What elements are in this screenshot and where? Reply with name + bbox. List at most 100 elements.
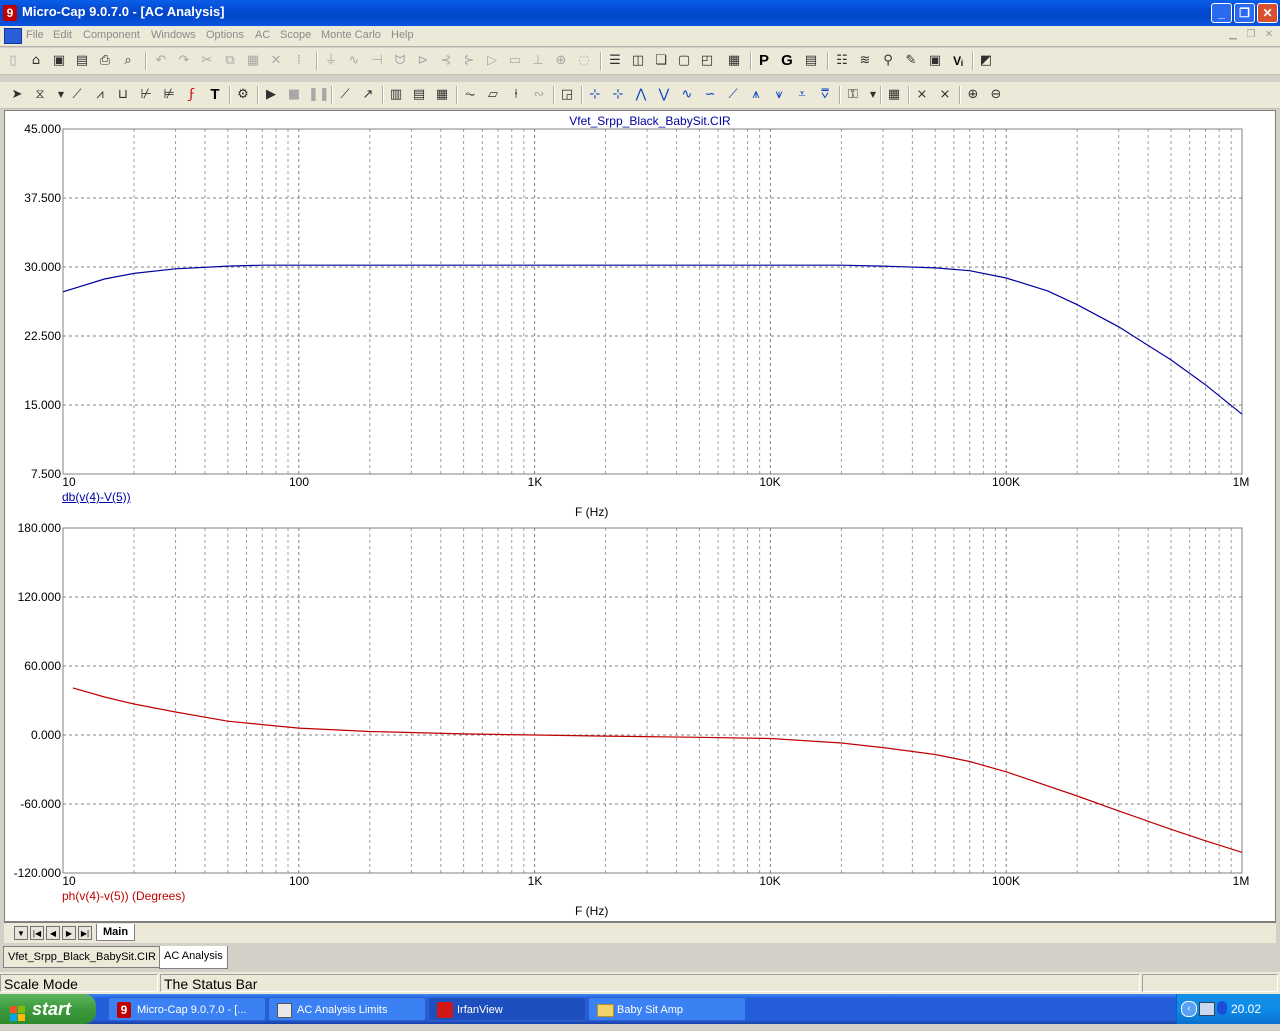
close-button[interactable]: ✕ bbox=[1257, 3, 1278, 23]
minimize-button[interactable]: _ bbox=[1211, 3, 1232, 23]
paste-icon[interactable]: ▦ bbox=[244, 52, 262, 70]
remove-trace-icon[interactable]: ⨯ bbox=[936, 86, 954, 104]
pause-icon[interactable]: ❚❚ bbox=[308, 86, 330, 104]
inductor-icon[interactable]: ᗢ bbox=[391, 52, 409, 70]
start-button[interactable]: start bbox=[0, 994, 96, 1024]
macro-icon[interactable]: ▭ bbox=[506, 52, 524, 70]
low-icon[interactable]: ∾ bbox=[530, 86, 548, 104]
inflection-icon[interactable]: ∽ bbox=[701, 86, 719, 104]
add-trace-icon[interactable]: ⨯ bbox=[913, 86, 931, 104]
mdi-minimize-icon[interactable]: ▁ bbox=[1226, 29, 1240, 41]
delete-icon[interactable]: ✕ bbox=[267, 52, 285, 70]
print-preview-icon[interactable]: ⌕ bbox=[119, 52, 137, 70]
tab-nav-next[interactable]: ▶ bbox=[62, 926, 76, 940]
point-tag-icon[interactable]: ⊔ bbox=[114, 86, 132, 104]
restore-button[interactable]: ❐ bbox=[1234, 3, 1255, 23]
probe-tool-icon[interactable]: ⚲ bbox=[879, 52, 897, 70]
cut-icon[interactable]: ✂ bbox=[198, 52, 216, 70]
new-file-icon[interactable]: ▯ bbox=[4, 52, 22, 70]
sine-source-icon[interactable]: ◌ bbox=[575, 52, 593, 70]
stepping-icon[interactable]: ⚿ bbox=[844, 86, 862, 104]
plot-properties-icon[interactable]: ◲ bbox=[558, 86, 576, 104]
node-list-icon[interactable]: ☷ bbox=[833, 52, 851, 70]
slope-icon[interactable]: ⟋ bbox=[724, 86, 742, 104]
plot-canvas[interactable] bbox=[5, 111, 1275, 921]
tab-ac-analysis[interactable]: AC Analysis bbox=[159, 946, 228, 969]
run-icon[interactable]: ▶ bbox=[262, 86, 280, 104]
vb-button[interactable]: Vᵢ bbox=[949, 52, 967, 70]
battery-icon[interactable]: ⊥ bbox=[529, 52, 547, 70]
vertical-tag-icon[interactable]: ⊭ bbox=[160, 86, 178, 104]
copy-icon[interactable]: ⧉ bbox=[221, 52, 239, 70]
show-hidden-icons-icon[interactable]: ‹ bbox=[1181, 1001, 1197, 1017]
peak-icon[interactable]: ⏦ bbox=[461, 86, 479, 104]
next-peak-icon[interactable]: ⋀ bbox=[632, 86, 650, 104]
menu-scope[interactable]: Scope bbox=[280, 29, 311, 41]
tab-nav-first[interactable]: |◀ bbox=[30, 926, 44, 940]
valley-icon[interactable]: ⏥ bbox=[484, 86, 502, 104]
grid-coarse-icon[interactable]: ▦ bbox=[433, 86, 451, 104]
scale-mode-icon[interactable]: ⟋ bbox=[68, 86, 86, 104]
probe-g-button[interactable]: G bbox=[778, 52, 796, 70]
taskbar-item-baby-sit-amp[interactable]: Baby Sit Amp bbox=[588, 997, 746, 1021]
app-icon[interactable]: 9 bbox=[3, 5, 17, 21]
arrow-line-icon[interactable]: ↗ bbox=[359, 86, 377, 104]
pnp-icon[interactable]: ⊱ bbox=[460, 52, 478, 70]
ground-icon[interactable]: ⏚ bbox=[322, 52, 340, 70]
menu-options[interactable]: Options bbox=[206, 29, 244, 41]
limits-icon[interactable]: ⚙ bbox=[234, 86, 252, 104]
fc-icon[interactable]: ϝ bbox=[183, 86, 201, 104]
mdi-close-icon[interactable]: ✕ bbox=[1262, 29, 1276, 41]
tile-vertical-icon[interactable]: ◫ bbox=[629, 52, 647, 70]
select-arrow-icon[interactable]: ➤ bbox=[8, 86, 26, 104]
cursor-mode-icon[interactable]: ⩘ bbox=[91, 86, 109, 104]
save-all-icon[interactable]: ▤ bbox=[73, 52, 91, 70]
tab-nav-last[interactable]: ▶| bbox=[78, 926, 92, 940]
taskbar-item-microcap[interactable]: 9 Micro-Cap 9.0.7.0 - [... bbox=[108, 997, 266, 1021]
analysis-icon[interactable]: ◩ bbox=[977, 52, 995, 70]
cursor-left-icon[interactable]: ⊹ bbox=[586, 86, 604, 104]
bluetooth-icon[interactable] bbox=[1217, 1001, 1227, 1015]
high-icon[interactable]: ⍿ bbox=[507, 86, 525, 104]
component-mode-icon[interactable]: ⧖ bbox=[31, 86, 49, 104]
zoom-out-icon[interactable]: ⊖ bbox=[987, 86, 1005, 104]
text-tool-button[interactable]: T bbox=[206, 86, 224, 104]
calculator-icon[interactable]: ▦ bbox=[725, 52, 743, 70]
menu-help[interactable]: Help bbox=[391, 29, 414, 41]
menu-windows[interactable]: Windows bbox=[151, 29, 196, 41]
plot-panel[interactable]: Vfet_Srpp_Black_BabySit.CIR 45.000 37.50… bbox=[4, 110, 1276, 922]
undo-icon[interactable]: ↶ bbox=[152, 52, 170, 70]
menu-file[interactable]: File bbox=[26, 29, 44, 41]
split-window-icon[interactable]: ◰ bbox=[698, 52, 716, 70]
grid-fine-icon[interactable]: ▥ bbox=[387, 86, 405, 104]
redo-icon[interactable]: ↷ bbox=[175, 52, 193, 70]
grid-medium-icon[interactable]: ▤ bbox=[410, 86, 428, 104]
source-icon[interactable]: ⊕ bbox=[552, 52, 570, 70]
menu-monte-carlo[interactable]: Monte Carlo bbox=[321, 29, 381, 41]
cursor-right-icon[interactable]: ⊹ bbox=[609, 86, 627, 104]
zoom-in-icon[interactable]: ⊕ bbox=[964, 86, 982, 104]
line-icon[interactable]: ⟋ bbox=[336, 86, 354, 104]
global-low-icon[interactable]: ⩛ bbox=[770, 86, 788, 104]
scope-icon[interactable]: ▣ bbox=[926, 52, 944, 70]
print-icon[interactable]: ⎙ bbox=[96, 52, 114, 70]
next-simulation-icon[interactable]: ∿ bbox=[678, 86, 696, 104]
tab-nav-prev[interactable]: ◀ bbox=[46, 926, 60, 940]
bottom-icon[interactable]: ⩢ bbox=[816, 86, 834, 104]
diode-icon[interactable]: ⊳ bbox=[414, 52, 432, 70]
save-icon[interactable]: ▣ bbox=[50, 52, 68, 70]
opamp-icon[interactable]: ▷ bbox=[483, 52, 501, 70]
mdi-restore-icon[interactable]: ❐ bbox=[1244, 29, 1258, 41]
global-high-icon[interactable]: ⩚ bbox=[747, 86, 765, 104]
pen-icon[interactable]: ✎ bbox=[902, 52, 920, 70]
capacitor-icon[interactable]: ⊣ bbox=[368, 52, 386, 70]
tab-nav-dropdown[interactable]: ▼ bbox=[14, 926, 28, 940]
tab-main[interactable]: Main bbox=[96, 924, 136, 941]
stop-icon[interactable]: ■ bbox=[285, 86, 303, 104]
select-all-icon[interactable]: ⁞ bbox=[290, 52, 308, 70]
numeric-output-icon[interactable]: ▦ bbox=[885, 86, 903, 104]
taskbar-item-irfanview[interactable]: IrfanView bbox=[428, 997, 586, 1021]
open-folder-icon[interactable]: ⌂ bbox=[27, 52, 45, 70]
resistor-icon[interactable]: ∿ bbox=[345, 52, 363, 70]
waveform-icon[interactable]: ≋ bbox=[856, 52, 874, 70]
